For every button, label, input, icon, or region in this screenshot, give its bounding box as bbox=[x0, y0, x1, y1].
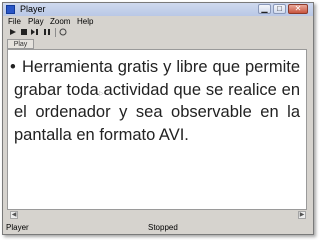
menu-file[interactable]: File bbox=[8, 16, 21, 27]
step-icon[interactable] bbox=[31, 28, 39, 36]
toolbar-separator bbox=[55, 28, 56, 37]
status-state: Stopped bbox=[148, 223, 178, 232]
status-bar: Player Stopped bbox=[3, 222, 313, 234]
horizontal-scrollbar[interactable]: ◀ ▶ bbox=[7, 211, 307, 220]
title-bar[interactable]: Player ▁ □ ✕ bbox=[3, 3, 313, 16]
scroll-right-button[interactable]: ▶ bbox=[298, 211, 306, 219]
play-icon[interactable] bbox=[9, 28, 17, 36]
toolbar bbox=[3, 27, 313, 39]
menu-play[interactable]: Play bbox=[28, 16, 44, 27]
maximize-button[interactable]: □ bbox=[273, 4, 286, 14]
pause-icon[interactable] bbox=[43, 28, 51, 36]
maximize-icon: □ bbox=[277, 4, 282, 13]
player-canvas: Herramienta gratis y libre que permite g… bbox=[7, 49, 307, 210]
minimize-icon: ▁ bbox=[261, 4, 268, 13]
info-icon[interactable] bbox=[59, 28, 67, 36]
player-window: Player ▁ □ ✕ File Play Zoom Help Play He… bbox=[2, 2, 314, 235]
menu-bar: File Play Zoom Help bbox=[3, 16, 313, 27]
close-button[interactable]: ✕ bbox=[288, 4, 308, 14]
scroll-left-icon: ◀ bbox=[11, 212, 17, 218]
menu-help[interactable]: Help bbox=[77, 16, 93, 27]
scroll-right-icon: ▶ bbox=[299, 212, 305, 218]
menu-zoom[interactable]: Zoom bbox=[50, 16, 70, 27]
window-title: Player bbox=[20, 4, 46, 14]
app-icon bbox=[6, 5, 15, 14]
slide-text: Herramienta gratis y libre que permite g… bbox=[14, 56, 300, 146]
close-icon: ✕ bbox=[294, 4, 302, 13]
scroll-left-button[interactable]: ◀ bbox=[10, 211, 18, 219]
play-status-label: Play bbox=[7, 39, 34, 49]
mouse-cursor-icon: ▷ bbox=[99, 91, 104, 97]
minimize-button[interactable]: ▁ bbox=[258, 4, 271, 14]
stop-icon[interactable] bbox=[20, 28, 28, 36]
status-app-name: Player bbox=[6, 223, 29, 232]
